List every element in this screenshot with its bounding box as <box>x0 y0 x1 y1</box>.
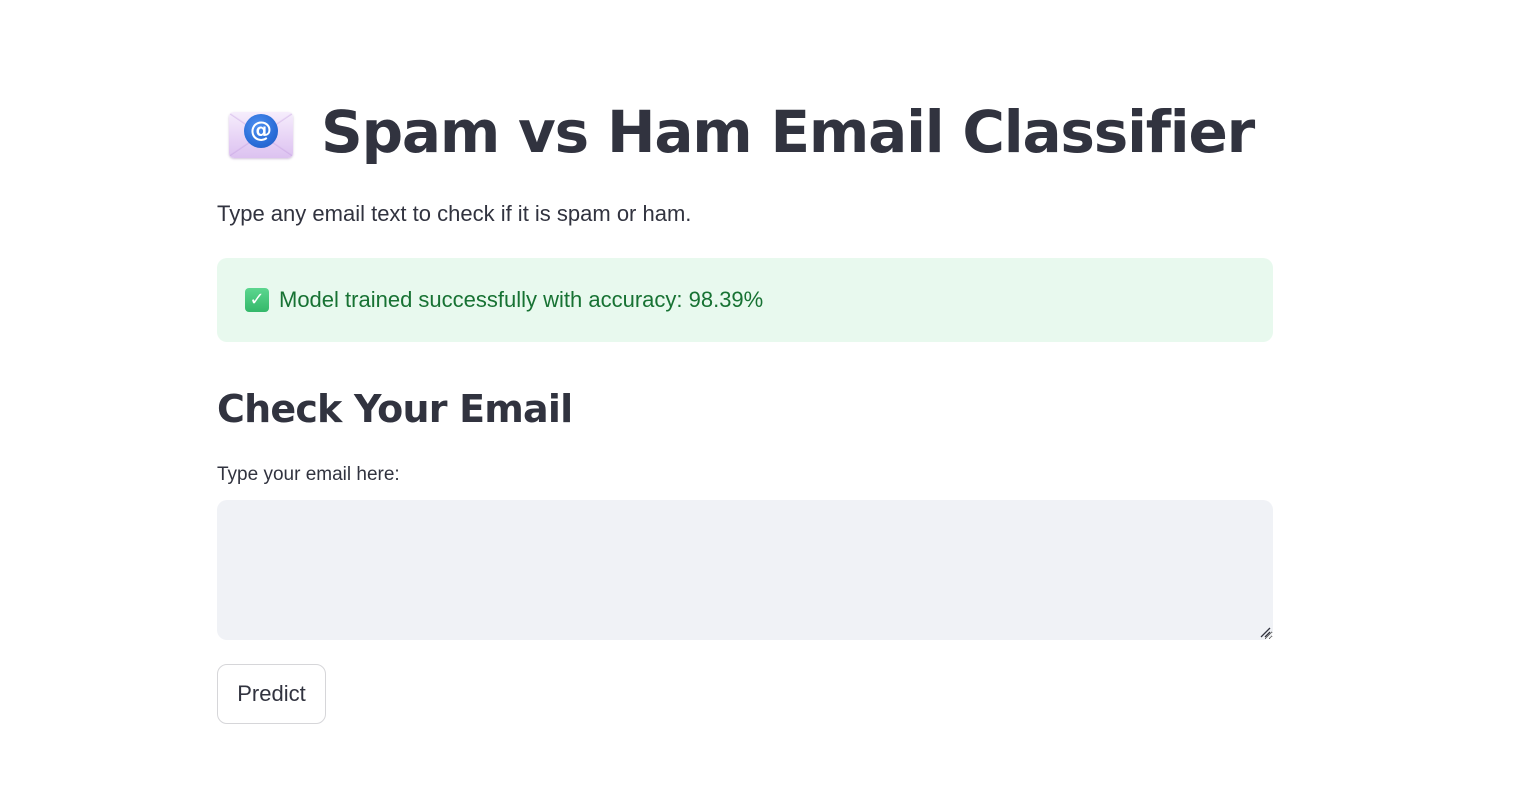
section-heading: Check Your Email <box>217 387 573 431</box>
page-subtitle: Type any email text to check if it is sp… <box>217 201 692 226</box>
email-textarea[interactable] <box>217 500 1273 640</box>
email-input-label: Type your email here: <box>217 464 400 485</box>
resize-handle-icon[interactable] <box>1259 626 1271 638</box>
main-container: @ Spam vs Ham Email Classifier Type any … <box>217 0 1273 796</box>
predict-button[interactable]: Predict <box>217 664 326 724</box>
check-mark-icon: ✓ <box>245 288 269 312</box>
at-sign-icon: @ <box>244 114 278 148</box>
success-alert: ✓ Model trained successfully with accura… <box>217 258 1273 342</box>
page-title: Spam vs Ham Email Classifier <box>321 98 1255 166</box>
envelope-icon: @ <box>227 106 295 158</box>
success-message: Model trained successfully with accuracy… <box>279 287 764 312</box>
title-row: @ Spam vs Ham Email Classifier <box>227 92 1255 172</box>
